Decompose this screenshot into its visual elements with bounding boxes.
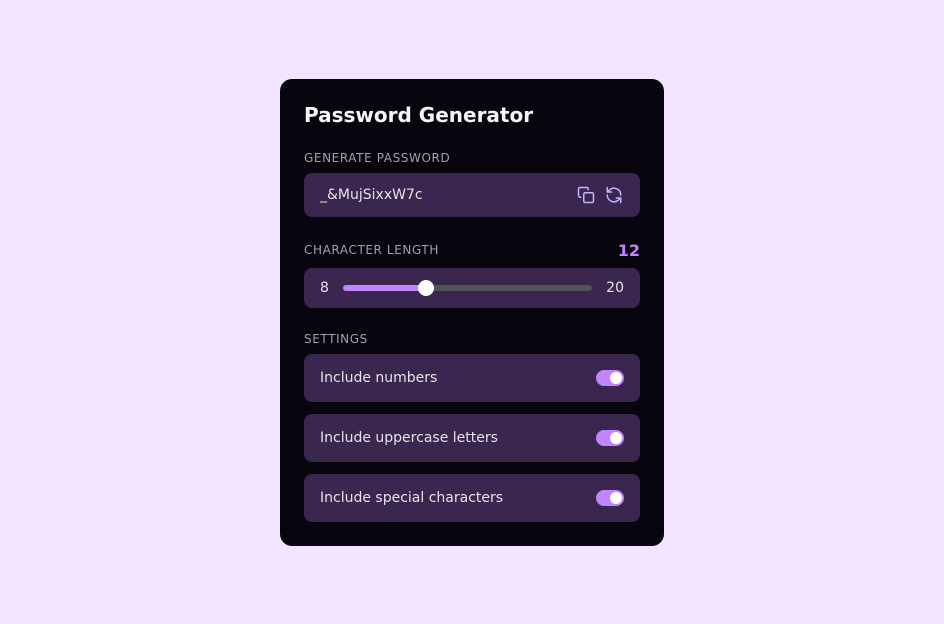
range-min: 8 bbox=[320, 280, 329, 296]
refresh-icon bbox=[605, 186, 623, 204]
setting-include-uppercase: Include uppercase letters bbox=[304, 414, 640, 462]
length-header: CHARACTER LENGTH 12 bbox=[304, 241, 640, 260]
slider-fill bbox=[343, 285, 426, 291]
settings-section: SETTINGS Include numbers Include upperca… bbox=[304, 332, 640, 522]
setting-label: Include uppercase letters bbox=[320, 430, 498, 446]
password-generator-card: Password Generator GENERATE PASSWORD _&M… bbox=[280, 79, 664, 546]
toggle-include-special[interactable] bbox=[596, 490, 624, 506]
regenerate-button[interactable] bbox=[604, 185, 624, 205]
generate-label: GENERATE PASSWORD bbox=[304, 151, 640, 165]
setting-include-special: Include special characters bbox=[304, 474, 640, 522]
range-max: 20 bbox=[606, 280, 624, 296]
setting-label: Include special characters bbox=[320, 490, 503, 506]
generate-section: GENERATE PASSWORD _&MujSixxW7c bbox=[304, 151, 640, 217]
setting-include-numbers: Include numbers bbox=[304, 354, 640, 402]
setting-label: Include numbers bbox=[320, 370, 437, 386]
length-value: 12 bbox=[618, 241, 640, 260]
password-display-row: _&MujSixxW7c bbox=[304, 173, 640, 217]
password-value: _&MujSixxW7c bbox=[320, 187, 568, 203]
card-title: Password Generator bbox=[304, 103, 640, 127]
toggle-include-numbers[interactable] bbox=[596, 370, 624, 386]
length-label: CHARACTER LENGTH bbox=[304, 243, 439, 257]
copy-icon bbox=[577, 186, 595, 204]
copy-button[interactable] bbox=[576, 185, 596, 205]
toggle-include-uppercase[interactable] bbox=[596, 430, 624, 446]
length-slider-row: 8 20 bbox=[304, 268, 640, 308]
settings-list: Include numbers Include uppercase letter… bbox=[304, 354, 640, 522]
slider-thumb[interactable] bbox=[418, 280, 434, 296]
length-section: CHARACTER LENGTH 12 8 20 bbox=[304, 241, 640, 308]
length-slider[interactable] bbox=[343, 285, 592, 291]
settings-label: SETTINGS bbox=[304, 332, 640, 346]
